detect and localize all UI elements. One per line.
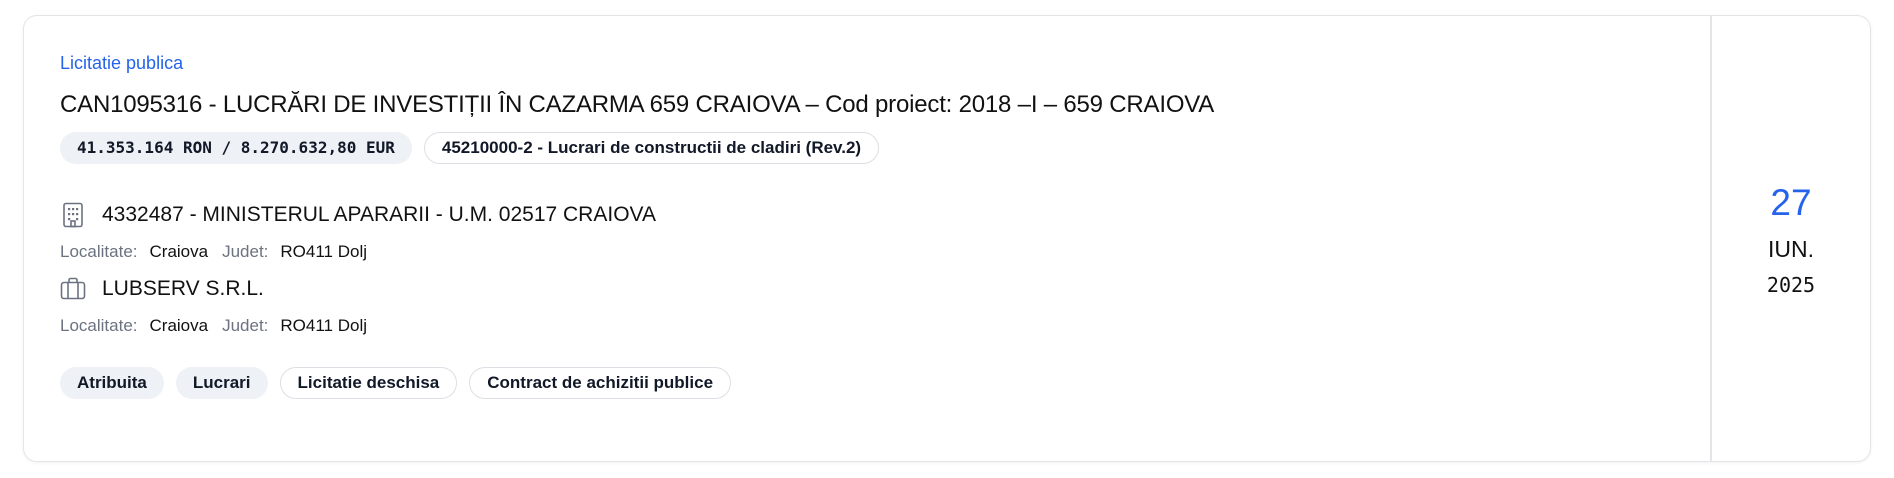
authority-county-label: Judet: — [222, 242, 269, 261]
date-month: IUN. — [1768, 235, 1814, 262]
authority-name[interactable]: 4332487 - MINISTERUL APARARII - U.M. 025… — [102, 203, 656, 227]
authority-locality-label: Localitate: — [60, 242, 138, 261]
tender-card-main: Licitatie publica CAN1095316 - LUCRĂRI D… — [24, 16, 1710, 461]
supplier-location: Localitate: Craiova Judet: RO411 Dolj — [60, 315, 1710, 337]
procedure-tag: Licitatie deschisa — [279, 367, 458, 399]
supplier-locality-value: Craiova — [149, 316, 209, 335]
building-icon — [60, 201, 86, 229]
authority-location: Localitate: Craiova Judet: RO411 Dolj — [60, 241, 1710, 263]
date-day: 27 — [1770, 181, 1812, 223]
supplier-county-label: Judet: — [222, 316, 269, 335]
supplier-name-row: LUBSERV S.R.L. — [60, 274, 1710, 304]
supplier-locality-label: Localitate: — [60, 316, 138, 335]
supplier-county-value: RO411 Dolj — [280, 316, 368, 335]
tender-title[interactable]: CAN1095316 - LUCRĂRI DE INVESTIȚII ÎN CA… — [60, 90, 1710, 120]
tender-card[interactable]: Licitatie publica CAN1095316 - LUCRĂRI D… — [23, 15, 1871, 462]
authority-locality-value: Craiova — [149, 242, 209, 261]
supplier-name[interactable]: LUBSERV S.R.L. — [102, 277, 264, 301]
contract-value-chip: 41.353.164 RON / 8.270.632,80 EUR — [60, 132, 412, 164]
date-column: 27 IUN. 2025 — [1710, 16, 1870, 461]
authority-county-value: RO411 Dolj — [280, 242, 368, 261]
contract-type-tag: Lucrari — [175, 367, 268, 399]
supplier: LUBSERV S.R.L. Localitate: Craiova Judet… — [60, 274, 1710, 337]
procedure-type-link[interactable]: Licitatie publica — [60, 52, 183, 74]
cpv-code-chip[interactable]: 45210000-2 - Lucrari de constructii de c… — [423, 132, 880, 164]
date-year: 2025 — [1766, 272, 1816, 297]
value-chips-row: 41.353.164 RON / 8.270.632,80 EUR 452100… — [60, 132, 1710, 164]
authority-name-row: 4332487 - MINISTERUL APARARII - U.M. 025… — [60, 200, 1710, 230]
contracting-authority: 4332487 - MINISTERUL APARARII - U.M. 025… — [60, 200, 1710, 263]
contract-kind-tag: Contract de achizitii publice — [469, 367, 732, 399]
briefcase-icon — [60, 275, 86, 303]
status-tag-awarded: Atribuita — [60, 367, 164, 399]
status-tags-row: Atribuita Lucrari Licitatie deschisa Con… — [60, 367, 1710, 399]
